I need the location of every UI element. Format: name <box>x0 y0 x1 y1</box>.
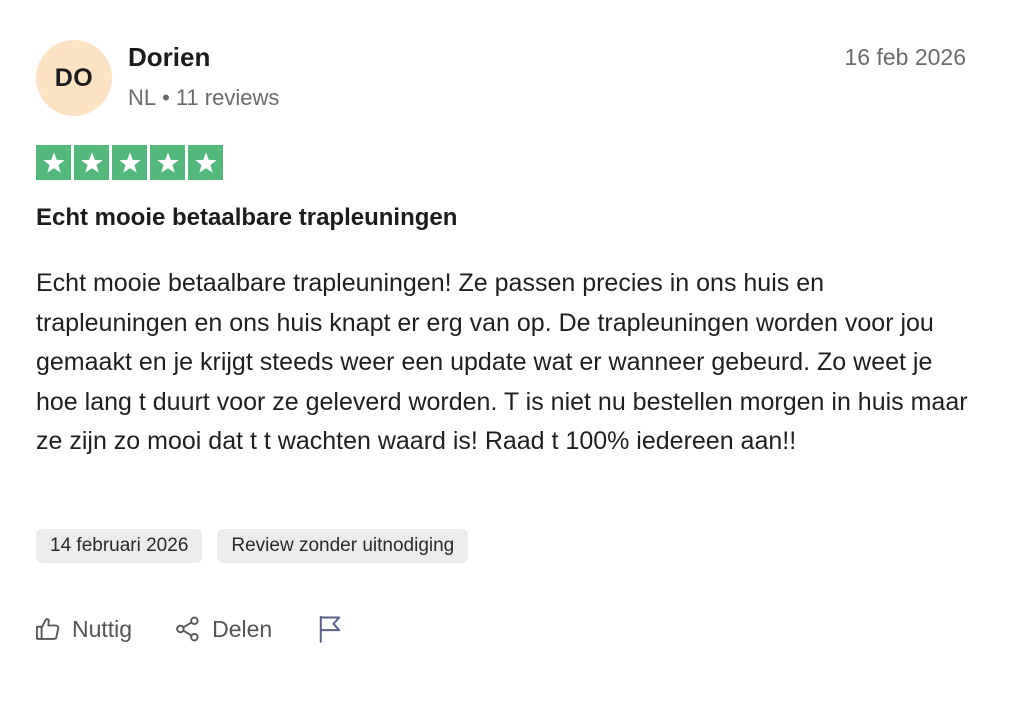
share-icon <box>174 615 202 643</box>
star-5 <box>188 145 223 180</box>
flag-icon <box>316 614 344 644</box>
reviewer-name[interactable]: Dorien <box>128 42 210 73</box>
star-2 <box>74 145 109 180</box>
review-source-tag[interactable]: Review zonder uitnodiging <box>217 529 469 563</box>
review-title: Echt mooie betaalbare trapleuningen <box>36 204 458 231</box>
review-date: 16 feb 2026 <box>844 44 966 70</box>
reviewer-review-count: 11 reviews <box>175 85 280 110</box>
avatar[interactable]: DO <box>36 40 112 116</box>
star-4 <box>150 145 185 180</box>
helpful-button[interactable]: Nuttig <box>34 615 132 643</box>
share-label: Delen <box>212 615 273 642</box>
star-rating <box>36 145 223 180</box>
star-3 <box>112 145 147 180</box>
helpful-label: Nuttig <box>72 615 133 642</box>
reviewer-country: NL <box>128 85 157 110</box>
experience-date-tag: 14 februari 2026 <box>36 529 203 563</box>
review-actions: Nuttig Delen <box>34 614 344 644</box>
review-tags: 14 februari 2026 Review zonder uitnodigi… <box>36 529 469 563</box>
star-1 <box>36 145 71 180</box>
meta-separator: • <box>162 85 170 110</box>
review-text: Echt mooie betaalbare trapleuningen! Ze … <box>36 269 968 455</box>
report-button[interactable] <box>316 614 344 644</box>
share-button[interactable]: Delen <box>174 615 272 643</box>
avatar-initials: DO <box>54 63 94 92</box>
review-card: DO Dorien NL • 11 reviews 16 feb 2026 Echt… <box>0 0 1024 709</box>
reviewer-meta: NL • 11 reviews <box>128 85 279 111</box>
thumbs-up-icon <box>34 615 62 643</box>
